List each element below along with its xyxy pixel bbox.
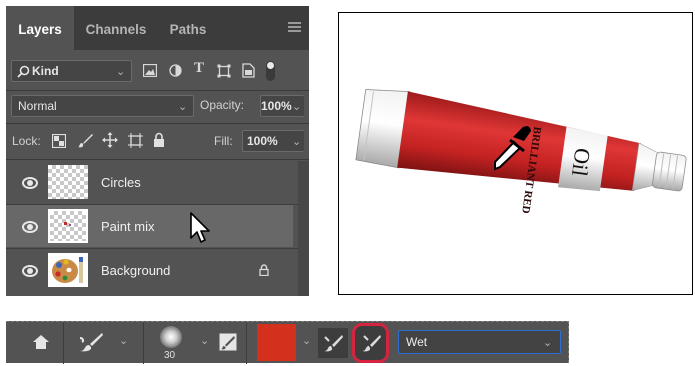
tab-paths[interactable]: Paths — [160, 6, 216, 50]
brush-settings-panel-icon[interactable] — [219, 333, 237, 351]
layer-thumbnail — [48, 165, 88, 199]
smart-object-filter-icon[interactable] — [242, 63, 255, 78]
layer-thumbnail — [48, 253, 88, 287]
opacity-input[interactable]: 100% ⌄ — [260, 95, 304, 117]
divider — [6, 159, 309, 160]
blend-mode-value: Normal — [18, 99, 57, 113]
layer-thumbnail-selected — [48, 209, 88, 243]
opacity-label: Opacity: — [200, 98, 245, 112]
brush-size-value: 30 — [164, 350, 176, 361]
palette-image — [52, 257, 83, 283]
tab-channels[interactable]: Channels — [76, 6, 156, 50]
chevron-down-icon: ⌄ — [292, 101, 302, 113]
filter-toggle-switch[interactable] — [266, 61, 275, 81]
home-icon[interactable] — [33, 334, 49, 350]
chevron-down-icon[interactable]: ⌄ — [302, 334, 311, 347]
clean-brush-icon — [362, 335, 381, 352]
tool-options-bar: ⌄ 30 ⌄ ⌄ Wet ⌄ — [6, 321, 569, 364]
fill-input[interactable]: 100% ⌄ — [242, 130, 304, 152]
tab-layers[interactable]: Layers — [6, 6, 74, 50]
lock-all-icon[interactable] — [153, 132, 165, 147]
chevron-down-icon: ⌄ — [116, 66, 126, 78]
brush-preview-icon[interactable] — [160, 326, 182, 348]
mix-preset-value: Wet — [406, 335, 428, 349]
mouse-pointer-icon — [190, 212, 210, 243]
search-icon — [17, 65, 30, 78]
chevron-down-icon[interactable]: ⌄ — [200, 334, 209, 347]
paint-tube-image: BRILLIANT RED Oil — [355, 89, 687, 214]
fill-value: 100% — [247, 134, 278, 148]
fill-label: Fill: — [214, 134, 233, 148]
mix-preset-select[interactable]: Wet ⌄ — [398, 330, 561, 354]
lock-image-pixels-icon[interactable] — [78, 133, 93, 148]
visibility-eye-icon[interactable] — [22, 265, 38, 277]
filter-kind-select[interactable]: Kind ⌄ — [11, 60, 132, 82]
lock-artboard-icon[interactable] — [128, 133, 143, 148]
current-brush-color-swatch[interactable] — [257, 324, 296, 361]
divider — [246, 322, 247, 364]
lock-position-icon[interactable] — [102, 132, 118, 148]
chevron-down-icon: ⌄ — [543, 337, 553, 349]
shape-filter-icon[interactable] — [217, 64, 231, 78]
document-canvas[interactable]: BRILLIANT RED Oil — [338, 12, 693, 295]
lock-transparent-pixels-icon[interactable] — [52, 134, 66, 148]
filter-kind-label: Kind — [32, 64, 59, 78]
chevron-down-icon[interactable]: ⌄ — [119, 334, 128, 347]
chevron-down-icon: ⌄ — [292, 136, 302, 148]
visibility-eye-icon[interactable] — [22, 177, 38, 189]
load-brush-icon — [324, 335, 343, 352]
opacity-value: 100% — [261, 99, 292, 113]
type-filter-icon[interactable]: T — [194, 60, 204, 77]
panel-menu-icon[interactable] — [288, 22, 301, 34]
layer-name: Background — [101, 263, 171, 278]
layers-scrollbar[interactable] — [298, 161, 309, 296]
adjustment-filter-icon[interactable] — [169, 64, 182, 77]
pixel-filter-icon[interactable] — [143, 64, 157, 77]
tube-label-text: Oil — [567, 147, 596, 178]
lock-label: Lock: — [12, 134, 41, 148]
divider — [6, 90, 309, 91]
layer-row-paint-mix[interactable]: Paint mix — [6, 205, 293, 247]
divider — [6, 123, 309, 124]
clean-brush-button[interactable] — [352, 323, 389, 363]
blend-mode-select[interactable]: Normal ⌄ — [11, 95, 194, 117]
panel-tab-bar: Layers Channels Paths — [6, 6, 309, 50]
layer-row-circles[interactable]: Circles — [6, 161, 309, 203]
visibility-eye-icon[interactable] — [22, 221, 38, 233]
load-brush-button[interactable] — [318, 328, 348, 358]
layer-row-background[interactable]: Background — [6, 249, 309, 291]
layer-name: Paint mix — [101, 219, 155, 234]
layer-lock-icon — [259, 264, 269, 276]
layers-panel: Layers Channels Paths Kind ⌄ T Normal ⌄ — [6, 6, 309, 296]
divider — [143, 322, 144, 364]
divider — [63, 322, 64, 364]
layer-name: Circles — [101, 175, 141, 190]
chevron-down-icon: ⌄ — [178, 101, 188, 113]
mixer-brush-tool-icon[interactable] — [78, 332, 104, 352]
